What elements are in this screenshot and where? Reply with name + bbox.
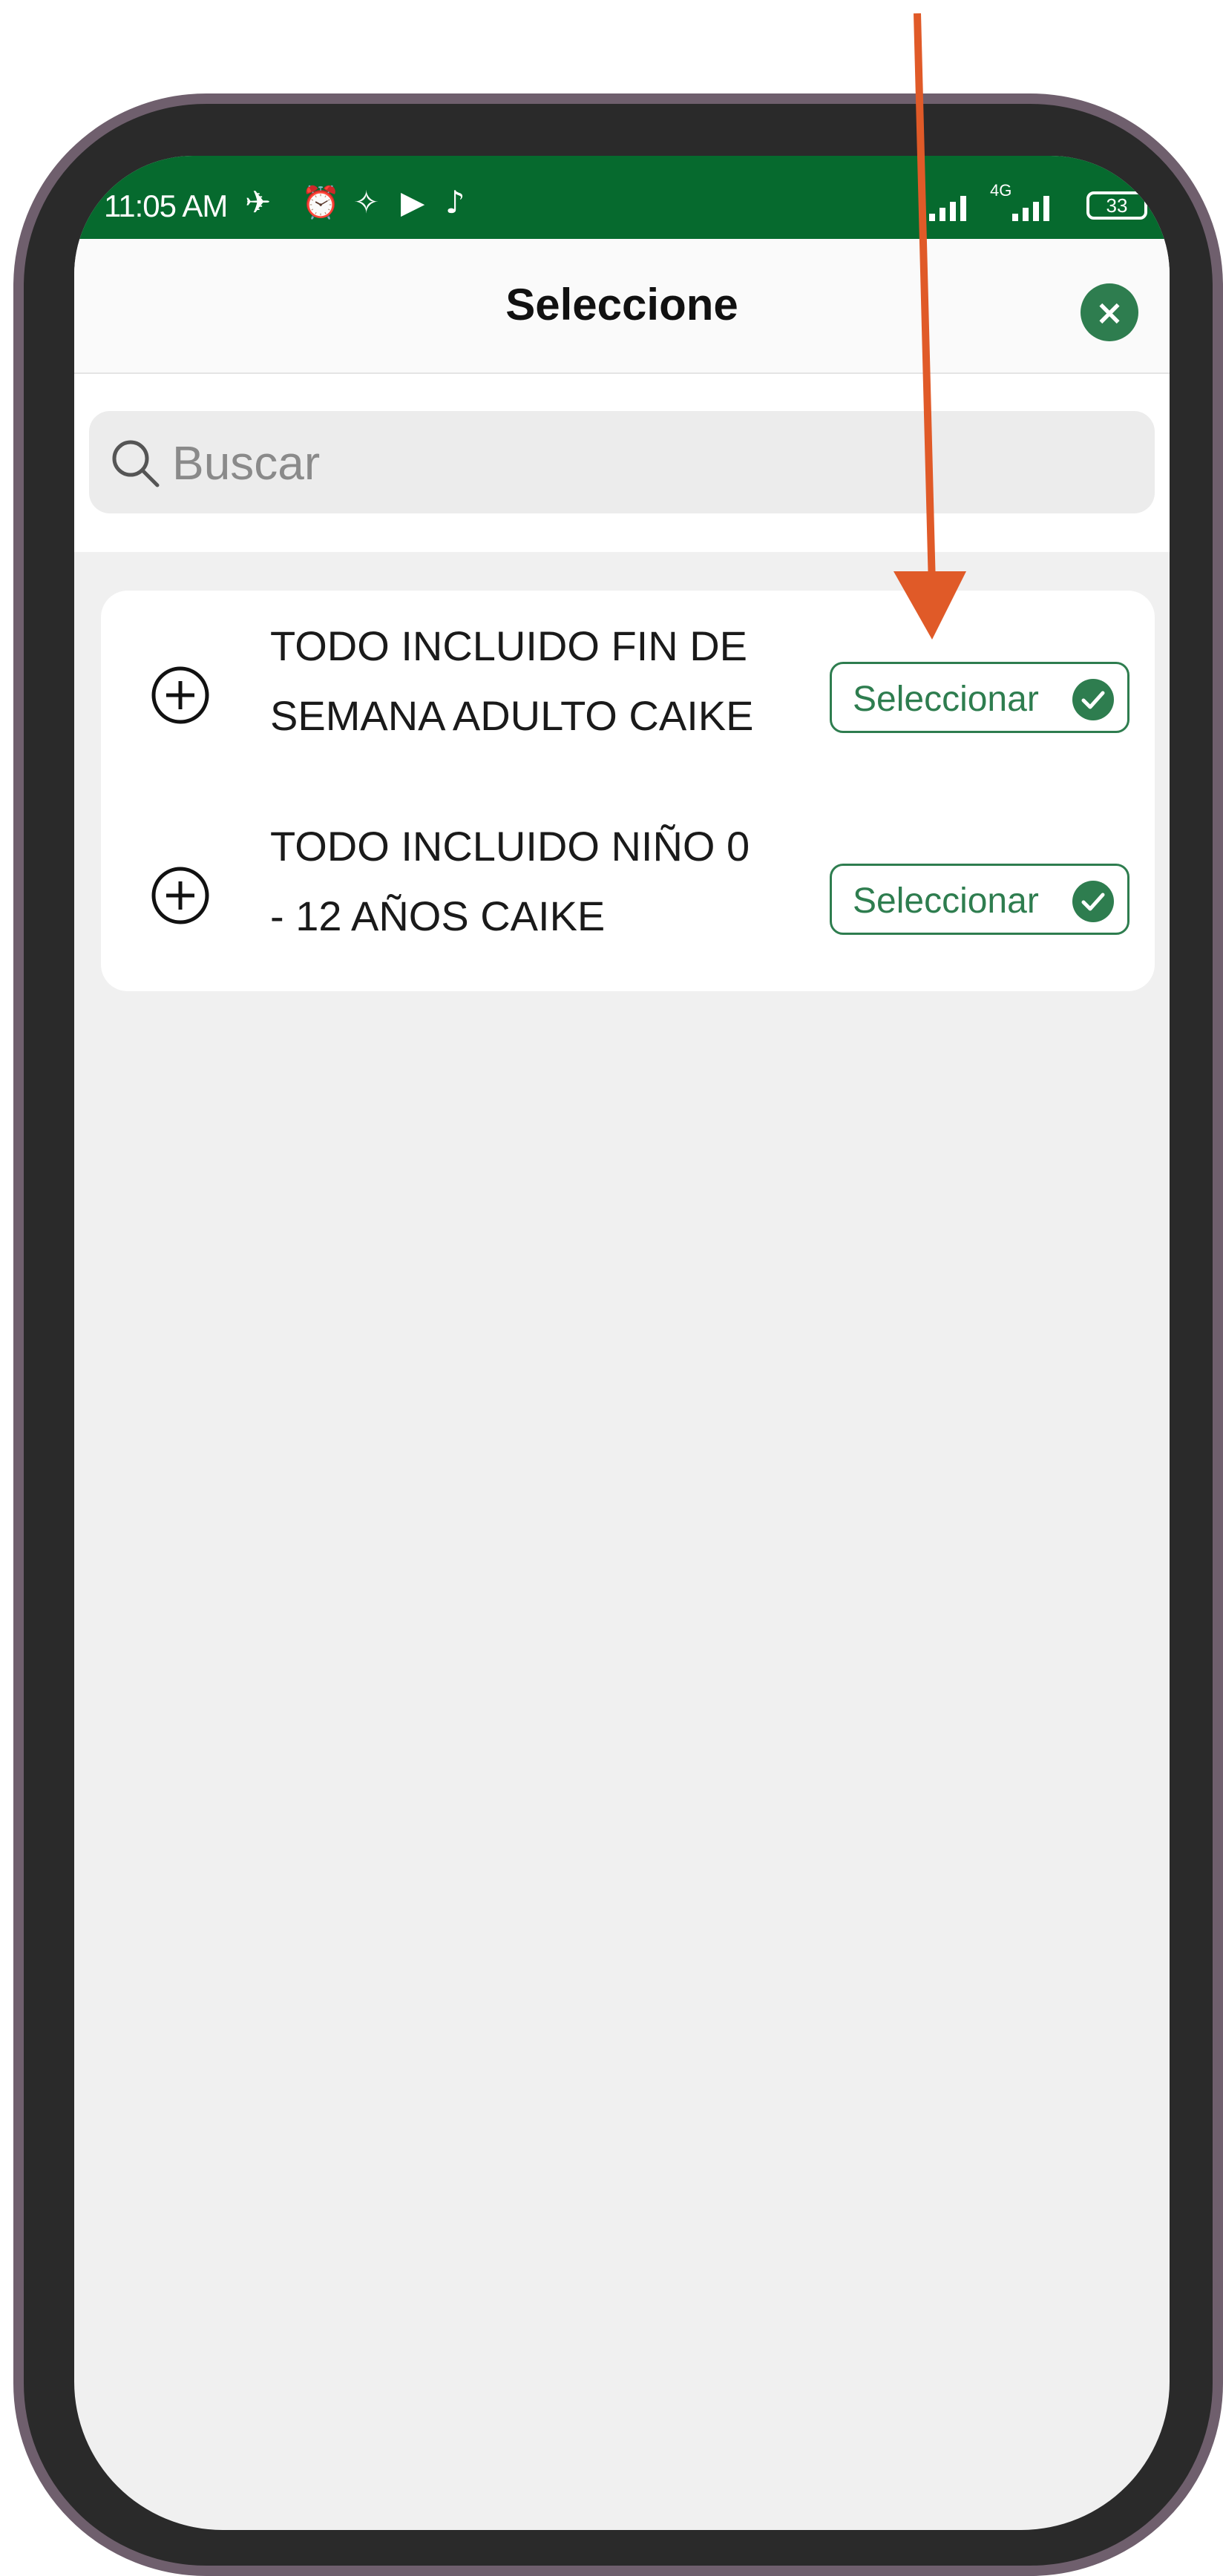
status-bar: 11:05 AM ✈ ⏰ ✧ ▶ ♪ 4G 33 [74,156,1170,239]
item-label: TODO INCLUIDO FIN DE SEMANA ADULTO CAIKE [270,611,804,751]
search-box[interactable] [89,411,1155,515]
add-circle-icon[interactable] [150,665,211,726]
signal-4g-icon [1012,196,1049,221]
page-title: Seleccione [505,280,738,329]
search-icon [112,440,160,487]
app-screen: 11:05 AM ✈ ⏰ ✧ ▶ ♪ 4G 33 Seleccione × Bu… [74,156,1170,2530]
close-icon: × [1095,292,1124,332]
select-button-label: Seleccionar [853,680,1039,719]
select-button[interactable]: Seleccionar [830,864,1129,935]
list-item[interactable]: TODO INCLUIDO FIN DE SEMANA ADULTO CAIKE… [101,591,1155,791]
search-input[interactable] [171,411,1138,515]
item-label-line: - 12 AÑOS CAIKE [270,893,606,939]
status-time: 11:05 AM [104,188,228,223]
tiktok-icon: ♪ [445,184,465,220]
item-label-line: SEMANA ADULTO CAIKE [270,692,754,739]
add-circle-icon[interactable] [150,865,211,926]
item-label-line: TODO INCLUIDO FIN DE [270,622,748,669]
muted-alarm-icon: ✈ [245,184,272,220]
select-button-label: Seleccionar [853,881,1039,921]
item-label-line: TODO INCLUIDO NIÑO 0 [270,823,750,870]
network-type-label: 4G [990,181,1012,200]
signal-icon [929,196,966,221]
close-button[interactable]: × [1081,283,1138,341]
list-item[interactable]: TODO INCLUIDO NIÑO 0 - 12 AÑOS CAIKE Sel… [101,791,1155,991]
check-circle-icon [1072,881,1114,922]
alarm-clock-icon: ⏰ [301,184,341,220]
modal-header: Seleccione × [74,239,1170,374]
search-area [74,374,1170,552]
item-label: TODO INCLUIDO NIÑO 0 - 12 AÑOS CAIKE [270,812,804,951]
binance-icon: ✧ [353,184,380,220]
options-list: TODO INCLUIDO FIN DE SEMANA ADULTO CAIKE… [101,591,1155,991]
battery-level: 33 [1106,194,1128,217]
youtube-icon: ▶ [401,184,425,220]
battery-icon: 33 [1086,191,1147,220]
check-circle-icon [1072,679,1114,720]
select-button[interactable]: Seleccionar [830,662,1129,733]
